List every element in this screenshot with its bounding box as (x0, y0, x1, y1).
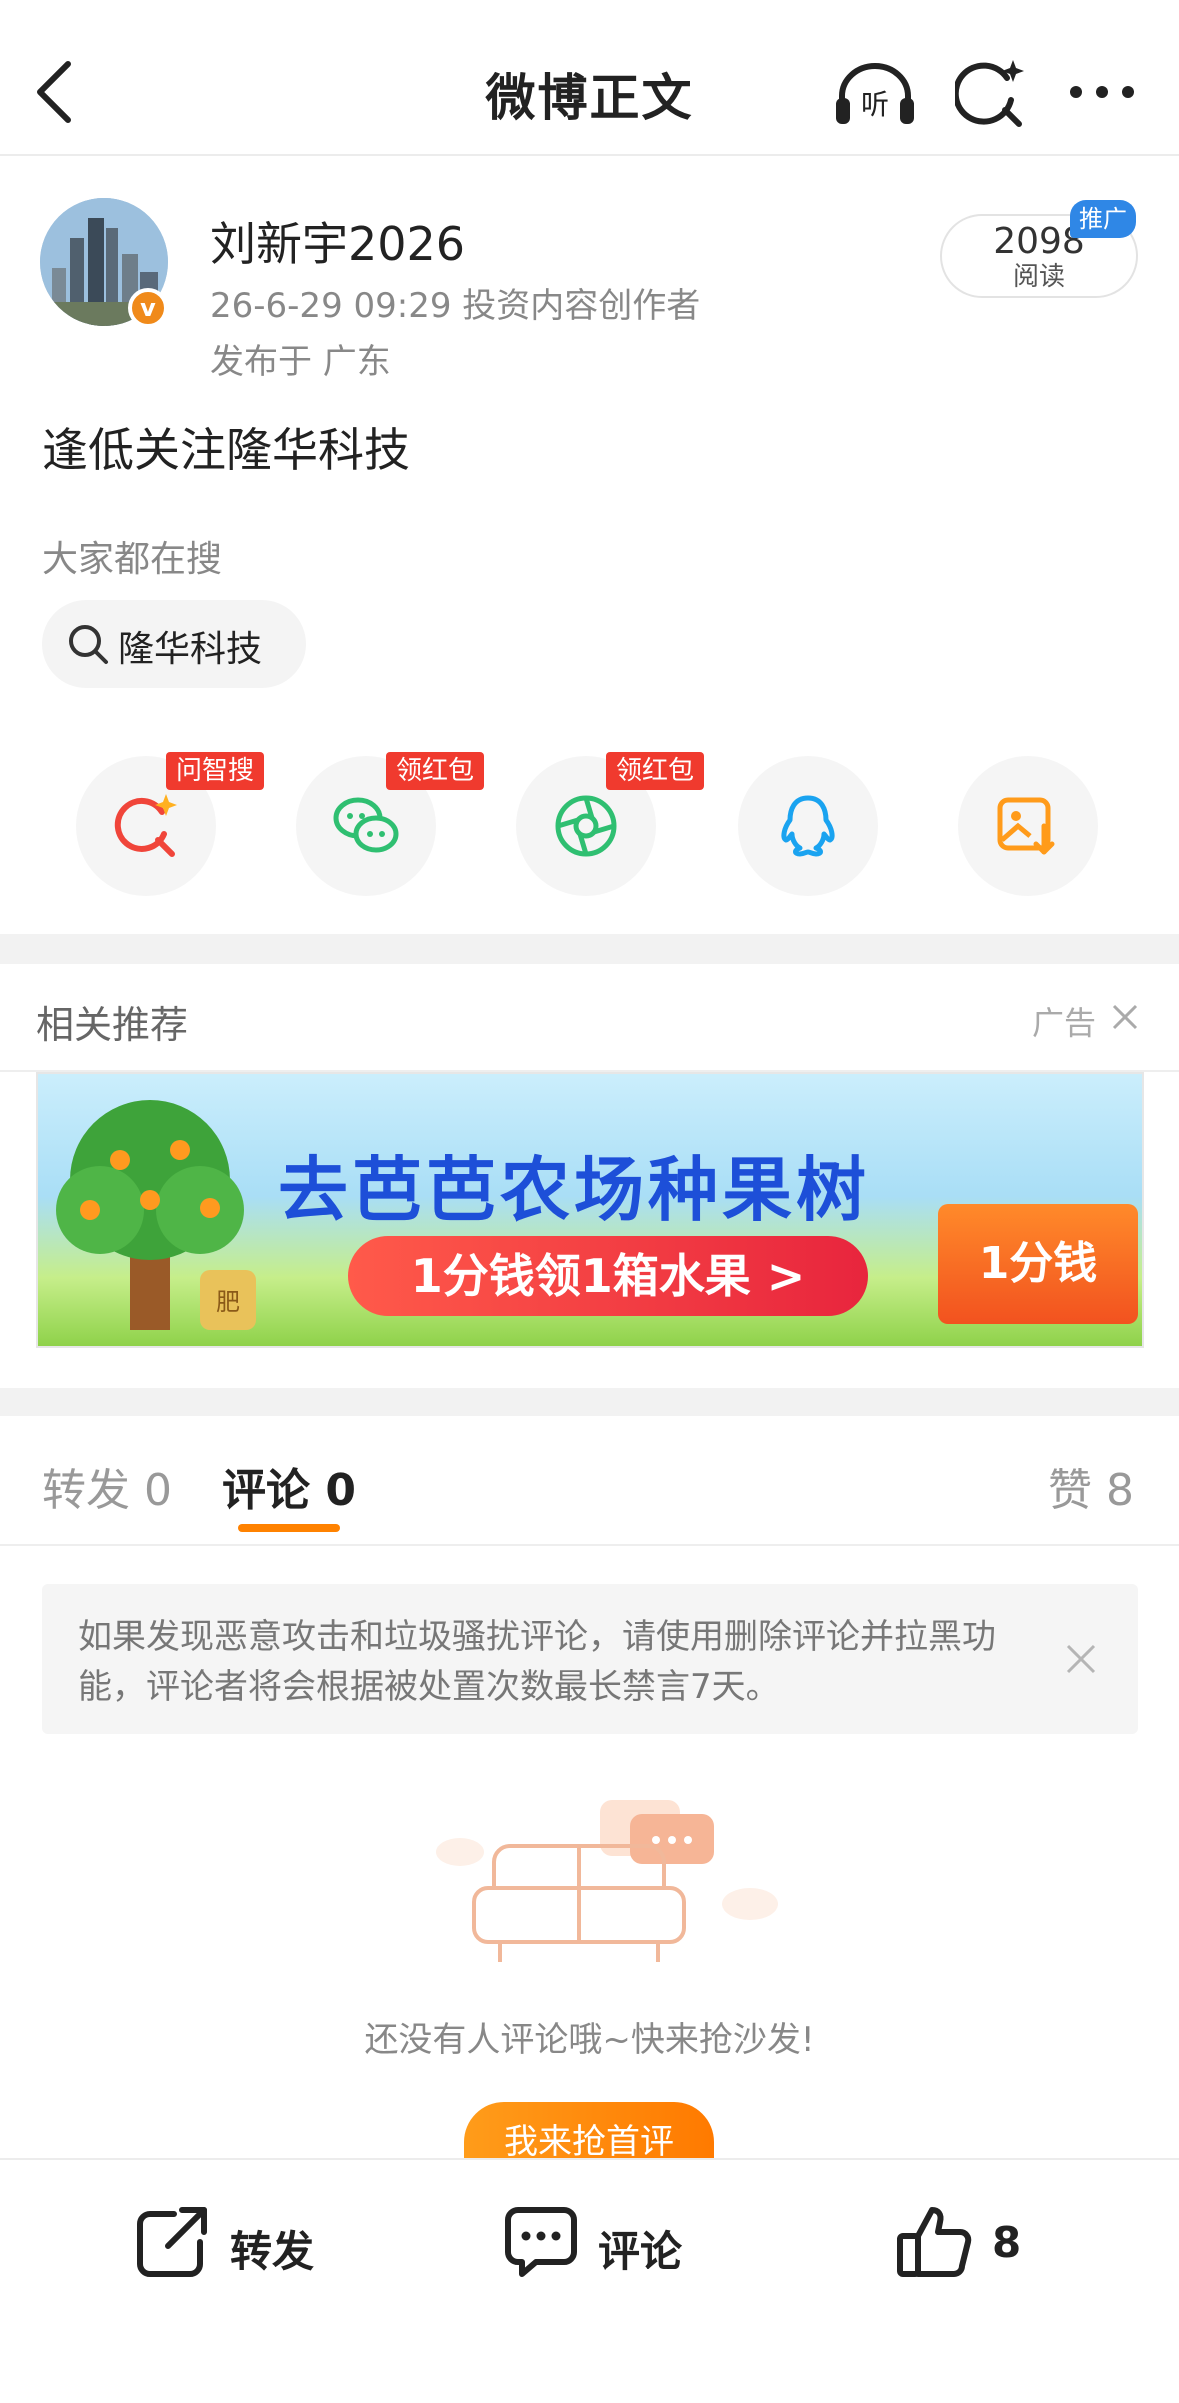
close-icon[interactable] (1110, 1002, 1140, 1032)
section-divider (0, 1388, 1179, 1416)
verified-badge: v (128, 288, 168, 328)
share-qq[interactable] (738, 756, 878, 896)
thumbs-up-icon (897, 2207, 972, 2277)
wechat-icon (333, 797, 399, 853)
share-save-image[interactable] (958, 756, 1098, 896)
tab-active-indicator (238, 1524, 340, 1532)
headphones-icon: 听 (836, 63, 914, 124)
repost-label: 转发 (230, 2227, 315, 2276)
comment-icon (505, 2207, 577, 2277)
banner-cta-button[interactable]: 1分钱领1箱水果 > (348, 1236, 868, 1316)
recommend-title: 相关推荐 (36, 1003, 189, 1047)
repost-button[interactable]: 转发 (134, 2202, 334, 2282)
section-divider (0, 934, 1179, 964)
banner-title: 去芭芭农场种果树 (278, 1149, 870, 1231)
tab-likes[interactable]: 赞 8 (1048, 1454, 1134, 1518)
bottom-action-bar: 转发 评论 8 (0, 2158, 1179, 2403)
top-nav-bar: 微博正文 听 (0, 0, 1179, 156)
share-tag-wechat: 领红包 (386, 752, 485, 790)
moments-icon (555, 795, 617, 857)
share-tag-ai-search: 问智搜 (166, 752, 265, 790)
comment-label: 评论 (598, 2227, 683, 2276)
sofa-illustration (436, 1800, 778, 1962)
hot-search-chip-text: 隆华科技 (118, 629, 263, 670)
comment-button[interactable]: 评论 (502, 2202, 702, 2282)
search-icon (69, 625, 108, 664)
listen-label: 听 (861, 88, 889, 121)
close-icon[interactable] (1064, 1642, 1098, 1676)
ai-search-icon (114, 794, 177, 857)
listen-button[interactable]: 听 (832, 58, 918, 128)
share-icon (137, 2207, 207, 2277)
tab-divider (0, 1544, 1179, 1546)
post-text: 逢低关注隆华科技 (42, 423, 410, 477)
empty-comments-text: 还没有人评论哦~快来抢沙发! (364, 2020, 815, 2060)
fruit-tree-illustration: 肥 (56, 1100, 256, 1330)
ad-banner[interactable]: 肥 去芭芭农场种果树 1分钱领1箱水果 > 1分钱 (36, 1072, 1144, 1348)
tab-reposts[interactable]: 转发 0 (42, 1454, 172, 1518)
share-tag-moments: 领红包 (606, 752, 705, 790)
like-count: 8 (992, 2218, 1022, 2267)
promo-tag[interactable]: 推广 (1070, 200, 1136, 238)
qq-icon (781, 795, 835, 857)
read-label: 阅读 (1012, 262, 1065, 292)
hot-search-label: 大家都在搜 (42, 539, 223, 580)
banner-fruit-box: 1分钱 (938, 1204, 1138, 1324)
ad-label: 广告 (1032, 1004, 1097, 1042)
comment-notice: 如果发现恶意攻击和垃圾骚扰评论，请使用删除评论并拉黑功能，评论者将会根据被处置次… (42, 1584, 1138, 1734)
fertilizer-bag-label: 肥 (216, 1288, 240, 1316)
ai-search-icon (952, 60, 1024, 127)
author-name[interactable]: 刘新宇2026 (210, 208, 465, 274)
more-dots-icon (1070, 86, 1134, 98)
more-button[interactable] (1068, 80, 1136, 104)
notice-text: 如果发现恶意攻击和垃圾骚扰评论，请使用删除评论并拉黑功能，评论者将会根据被处置次… (78, 1617, 996, 1707)
tab-comments[interactable]: 评论 0 (222, 1454, 356, 1518)
hot-search-chip[interactable]: 隆华科技 (42, 600, 306, 688)
search-button[interactable] (952, 56, 1027, 130)
post-location: 发布于 广东 (210, 342, 391, 382)
like-button[interactable]: 8 (896, 2202, 1056, 2282)
post-meta: 26-6-29 09:29 投资内容创作者 (210, 286, 701, 326)
save-image-icon (997, 797, 1055, 855)
